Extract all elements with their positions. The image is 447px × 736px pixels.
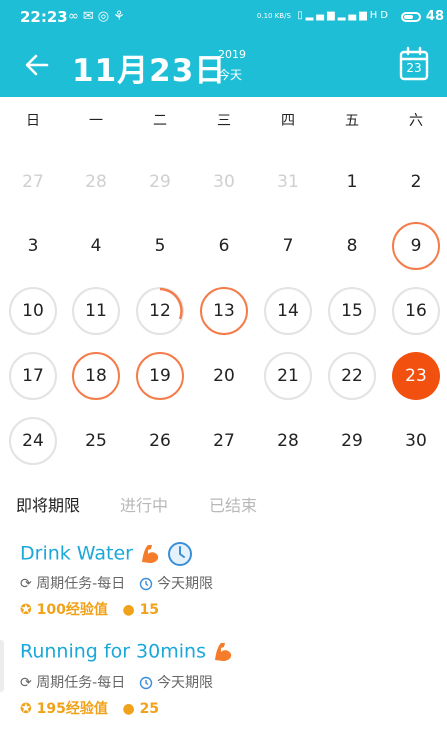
tab-in-progress[interactable]: 进行中 — [120, 492, 168, 516]
hotspot-icon: ◎ — [97, 9, 114, 24]
calendar-day[interactable]: 20 — [200, 352, 248, 400]
clock-icon — [168, 542, 193, 566]
calendar-day[interactable]: 14 — [264, 287, 312, 335]
calendar-day[interactable]: 24 — [9, 417, 57, 465]
task-meta: ⟳ 周期任务-每日 今天期限 — [20, 672, 213, 692]
calendar-day[interactable]: 2 — [392, 158, 440, 206]
task-card[interactable]: Running for 30mins ⟳ 周期任务-每日 今天期限 ✪ 195经… — [0, 636, 447, 726]
task-reward: ✪ 100经验值 ● 15 — [20, 599, 159, 619]
calendar-day[interactable]: 11 — [72, 287, 120, 335]
calendar-day[interactable]: 18 — [72, 352, 120, 400]
status-left-icons: ∞✉◎⚘ — [68, 9, 129, 24]
repeat-icon: ⟳ — [20, 675, 32, 691]
task-card[interactable]: Drink Water ⟳ 周期任务-每日 今天期限 ✪ 100经验值 ● 15 — [0, 535, 447, 625]
deadline-clock-icon — [139, 577, 152, 591]
task-reward: ✪ 195经验值 ● 25 — [20, 698, 159, 718]
status-time: 22:23 — [20, 8, 68, 26]
task-title: Running for 30mins — [20, 640, 206, 663]
task-coins: 15 — [139, 602, 160, 618]
calendar-day[interactable]: 19 — [136, 352, 184, 400]
signal-icon: ▂▄▆ — [305, 10, 338, 21]
calendar-day: 27 — [22, 172, 44, 192]
coin-icon: ● — [122, 701, 135, 717]
calendar-day: 28 — [85, 172, 107, 192]
calendar-day[interactable]: 10 — [9, 287, 57, 335]
task-coins: 25 — [139, 701, 160, 717]
vibrate-icon: ▯ — [297, 10, 306, 21]
task-period: 周期任务-每日 — [36, 576, 126, 592]
calendar-today-button[interactable]: 23 — [398, 46, 430, 82]
calendar-day[interactable]: 25 — [72, 417, 120, 465]
status-right-icons: 0.10 KB/S ▯▂▄▆▂▄▆HD — [257, 10, 391, 21]
calendar-day[interactable]: 12 — [136, 287, 184, 335]
weekday-label: 一 — [89, 113, 103, 129]
task-period: 周期任务-每日 — [36, 675, 126, 691]
net-speed: 0.10 KB/S — [256, 12, 291, 20]
battery-level: 48 — [425, 9, 444, 24]
task-name: Drink Water — [20, 541, 193, 567]
calendar-day[interactable]: 4 — [72, 222, 120, 270]
calendar-day[interactable]: 16 — [392, 287, 440, 335]
tab-upcoming[interactable]: 即将期限 — [16, 492, 80, 516]
calendar-day[interactable]: 28 — [264, 417, 312, 465]
hd-icon: HD — [369, 10, 391, 21]
task-title: Drink Water — [20, 542, 133, 565]
task-xp: 195经验值 — [36, 701, 108, 717]
calendar-day[interactable]: 1 — [328, 158, 376, 206]
calendar-day[interactable]: 3 — [9, 222, 57, 270]
signal-icon: ▂▄▆ — [337, 10, 370, 21]
calendar-icon-day: 23 — [406, 61, 422, 75]
year-label: 2019 — [218, 48, 246, 61]
weekday-label: 四 — [281, 113, 295, 129]
muscle-icon — [215, 643, 232, 661]
infinity-icon: ∞ — [68, 9, 83, 24]
status-bar: 22:23 ∞✉◎⚘ 0.10 KB/S ▯▂▄▆▂▄▆HD 48 — [0, 0, 447, 36]
calendar-day[interactable]: 23 — [392, 352, 440, 400]
task-meta: ⟳ 周期任务-每日 今天期限 — [20, 573, 213, 593]
calendar-day[interactable]: 8 — [328, 222, 376, 270]
weekday-header: 日 一 二 三 四 五 六 — [0, 110, 447, 134]
calendar-day: 30 — [213, 172, 235, 192]
today-label: 今天 — [218, 68, 243, 82]
link-icon: ⚘ — [113, 9, 129, 24]
page-title: 11月23日 — [72, 53, 227, 89]
calendar-day[interactable]: 9 — [392, 222, 440, 270]
task-xp: 100经验值 — [36, 602, 108, 618]
calendar-day: 29 — [149, 172, 171, 192]
calendar-day[interactable]: 5 — [136, 222, 184, 270]
weekday-label: 五 — [345, 113, 359, 129]
muscle-icon — [142, 545, 159, 563]
calendar-day[interactable]: 22 — [328, 352, 376, 400]
calendar-day[interactable]: 27 — [200, 417, 248, 465]
calendar-day[interactable]: 15 — [328, 287, 376, 335]
calendar-day[interactable]: 6 — [200, 222, 248, 270]
weekday-label: 日 — [26, 113, 40, 129]
battery-icon — [401, 12, 421, 22]
calendar-day[interactable]: 13 — [200, 287, 248, 335]
tab-finished[interactable]: 已结束 — [209, 492, 257, 516]
calendar-day[interactable]: 30 — [392, 417, 440, 465]
task-deadline: 今天期限 — [157, 675, 214, 691]
deadline-clock-icon — [139, 676, 152, 690]
calendar-day[interactable]: 29 — [328, 417, 376, 465]
task-name: Running for 30mins — [20, 640, 234, 664]
weekday-label: 六 — [409, 113, 423, 129]
message-icon: ✉ — [82, 9, 98, 24]
xp-badge-icon: ✪ — [20, 602, 32, 618]
calendar-day[interactable]: 7 — [264, 222, 312, 270]
app-bar: 11月23日 2019 今天 23 — [0, 36, 447, 97]
repeat-icon: ⟳ — [20, 576, 32, 592]
coin-icon: ● — [122, 602, 135, 618]
progress-arc — [159, 287, 183, 320]
calendar-day: 31 — [277, 172, 299, 192]
back-arrow-icon[interactable] — [22, 47, 52, 83]
calendar-day[interactable]: 26 — [136, 417, 184, 465]
xp-badge-icon: ✪ — [20, 701, 32, 717]
weekday-label: 二 — [153, 113, 167, 129]
task-tabs: 即将期限 进行中 已结束 — [0, 488, 447, 518]
calendar-day[interactable]: 21 — [264, 352, 312, 400]
calendar-day[interactable]: 17 — [9, 352, 57, 400]
task-deadline: 今天期限 — [157, 576, 214, 592]
weekday-label: 三 — [217, 113, 231, 129]
